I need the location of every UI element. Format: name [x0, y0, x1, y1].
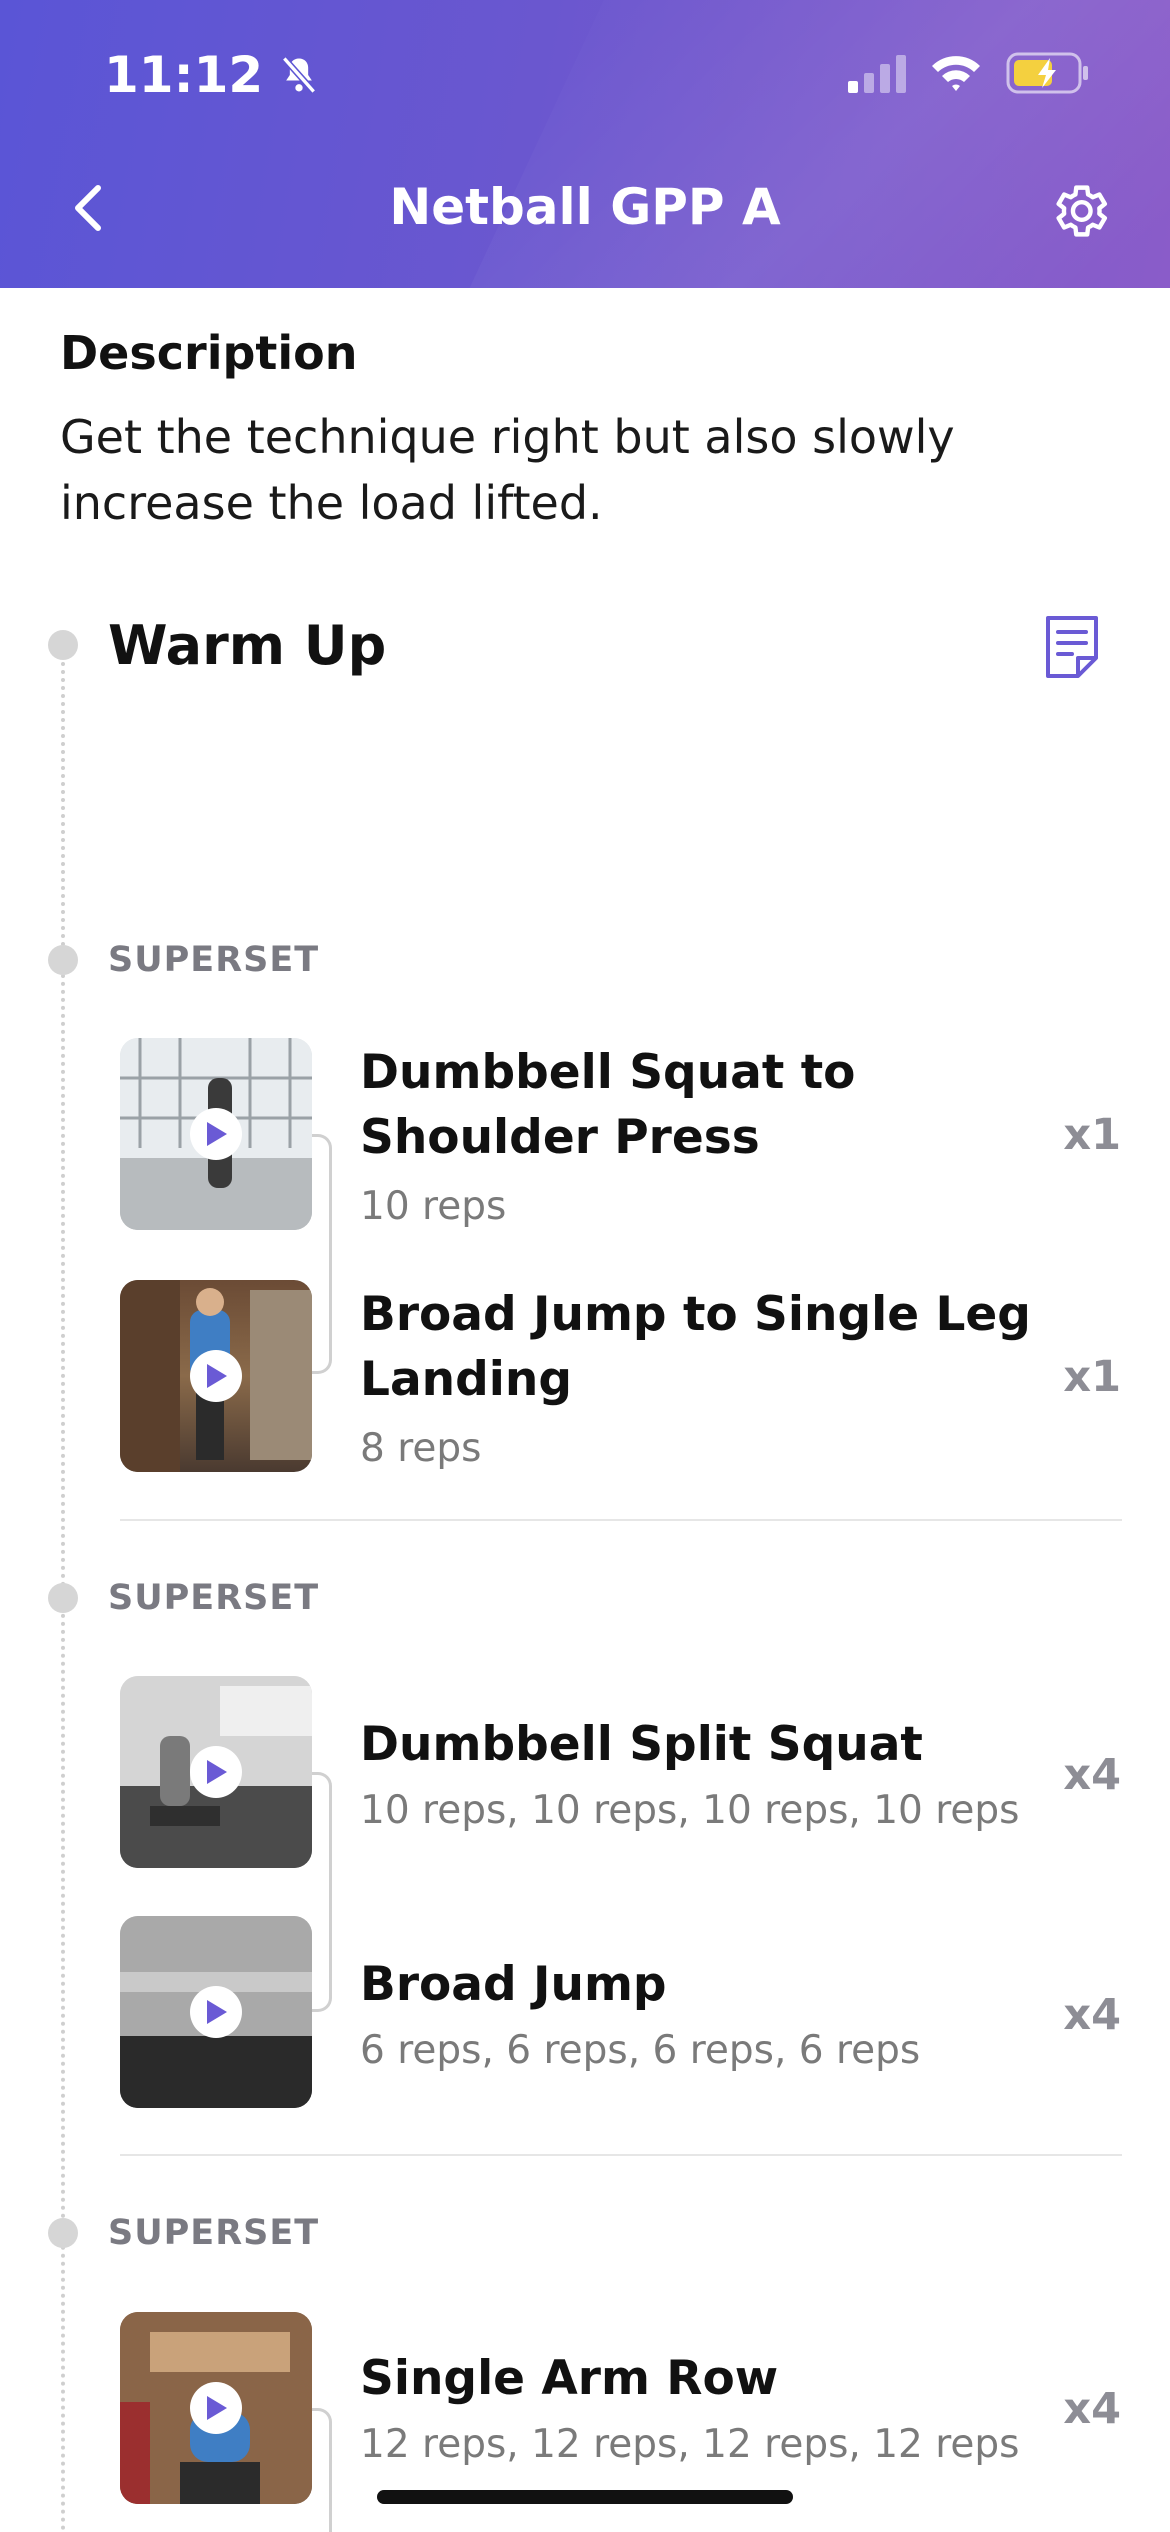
settings-button[interactable] — [1046, 178, 1112, 244]
status-time: 11:12 — [104, 46, 321, 104]
status-time-text: 11:12 — [104, 46, 264, 104]
play-button[interactable] — [190, 1986, 242, 2038]
timeline-dot — [48, 1583, 78, 1613]
superset-connector — [312, 2408, 332, 2532]
divider — [120, 1519, 1122, 1521]
notes-icon — [1046, 616, 1098, 678]
header-decoration — [380, 0, 1170, 288]
exercise-video-thumbnail[interactable] — [120, 1676, 312, 1868]
exercise-video-thumbnail[interactable] — [120, 1038, 312, 1230]
exercise-reps: 10 reps, 10 reps, 10 reps, 10 reps — [360, 1788, 1020, 1833]
page-title: Netball GPP A — [389, 178, 781, 236]
play-button[interactable] — [190, 1746, 242, 1798]
exercise-reps: 8 reps — [360, 1426, 482, 1471]
exercise-multiplier: x4 — [1063, 2384, 1121, 2434]
play-icon — [207, 1760, 227, 1784]
battery-charging-icon — [1006, 52, 1088, 94]
cellular-signal-icon — [848, 55, 906, 93]
exercise-reps: 10 reps — [360, 1184, 507, 1229]
exercise-video-thumbnail[interactable] — [120, 2312, 312, 2504]
play-button[interactable] — [190, 1350, 242, 1402]
superset-label: SUPERSET — [108, 2213, 320, 2253]
exercise-reps: 12 reps, 12 reps, 12 reps, 12 reps — [360, 2422, 1020, 2467]
nav-header: 11:12 Netball GPP A — [0, 0, 1170, 288]
exercise-multiplier: x4 — [1063, 1750, 1121, 1800]
superset-connector — [312, 1772, 332, 2012]
play-button[interactable] — [190, 2382, 242, 2434]
exercise-reps: 6 reps, 6 reps, 6 reps, 6 reps — [360, 2028, 921, 2073]
play-icon — [207, 2396, 227, 2420]
play-button[interactable] — [190, 1108, 242, 1160]
wifi-icon — [932, 56, 980, 91]
description-heading: Description — [60, 326, 358, 380]
play-icon — [207, 2000, 227, 2024]
exercise-multiplier: x1 — [1063, 1110, 1121, 1160]
status-icons — [848, 52, 1090, 94]
timeline-dot — [48, 945, 78, 975]
superset-label: SUPERSET — [108, 940, 320, 980]
notes-button[interactable] — [1040, 612, 1104, 682]
exercise-multiplier: x4 — [1063, 1990, 1121, 2040]
exercise-name[interactable]: Dumbbell Squat to Shoulder Press — [360, 1040, 1040, 1170]
gear-icon — [1056, 185, 1108, 237]
silent-bell-icon — [282, 56, 317, 94]
description-text: Get the technique right but also slowly … — [60, 410, 955, 530]
exercise-video-thumbnail[interactable] — [120, 1280, 312, 1472]
superset-label: SUPERSET — [108, 1578, 320, 1618]
exercise-multiplier: x1 — [1063, 1352, 1121, 1402]
timeline-dot — [48, 630, 78, 660]
superset-connector — [312, 1134, 332, 1374]
play-icon — [207, 1122, 227, 1146]
timeline-dot — [48, 2218, 78, 2248]
exercise-name[interactable]: Broad Jump — [360, 1952, 1040, 2017]
divider — [120, 2154, 1122, 2156]
section-title-warm-up: Warm Up — [108, 614, 387, 677]
exercise-name[interactable]: Broad Jump to Single Leg Landing — [360, 1282, 1040, 1412]
home-indicator[interactable] — [377, 2490, 793, 2504]
exercise-name[interactable]: Dumbbell Split Squat — [360, 1712, 1040, 1777]
exercise-name[interactable]: Single Arm Row — [360, 2346, 1040, 2411]
play-icon — [207, 1364, 227, 1388]
exercise-video-thumbnail[interactable] — [120, 1916, 312, 2108]
